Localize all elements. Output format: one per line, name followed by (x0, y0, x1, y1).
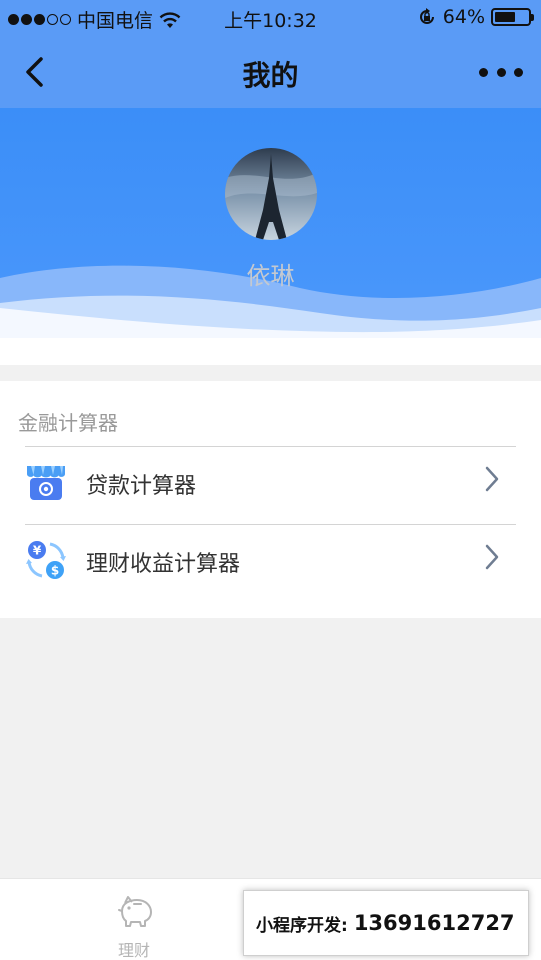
divider (25, 446, 516, 447)
divider (25, 524, 516, 525)
calculator-section: 金融计算器 贷款计算器 ¥ $ 理财收益计算器 (0, 381, 541, 618)
profile-header: 依琳 (0, 108, 541, 365)
shop-icon (27, 466, 65, 500)
more-button[interactable] (479, 58, 523, 86)
username: 依琳 (246, 262, 295, 290)
promo-phone: 13691612727 (353, 911, 515, 935)
battery-icon (491, 8, 534, 26)
status-right: 64% (417, 6, 534, 28)
wealth-calculator-label: 理财收益计算器 (86, 552, 241, 577)
chevron-right-icon (485, 466, 499, 492)
eiffel-tower-photo (225, 148, 317, 240)
piggy-bank-icon (118, 896, 152, 927)
avatar[interactable] (225, 148, 317, 240)
tab-licai[interactable]: 理财 (84, 879, 184, 960)
page-title: 我的 (242, 59, 299, 92)
rotation-lock-icon (419, 8, 434, 24)
section-title: 金融计算器 (18, 411, 118, 435)
promo-label: 小程序开发: (256, 915, 348, 936)
loan-calculator-label: 贷款计算器 (86, 474, 197, 499)
back-button[interactable] (14, 52, 54, 92)
battery-fill (495, 12, 516, 22)
currency-exchange-icon: ¥ $ (26, 541, 66, 579)
nav-bar: 我的 (0, 36, 541, 108)
svg-text:¥: ¥ (33, 544, 42, 558)
more-dots-icon (479, 67, 488, 77)
tab-licai-label: 理财 (117, 941, 150, 960)
svg-text:$: $ (51, 564, 59, 578)
wealth-calculator-item[interactable]: ¥ $ 理财收益计算器 (0, 524, 541, 602)
loan-calculator-item[interactable]: 贷款计算器 (0, 446, 541, 524)
status-bar: 中国电信 上午10:32 64% (0, 0, 541, 36)
chevron-right-icon (485, 544, 499, 570)
battery-percent: 64% (442, 6, 485, 28)
promo-banner[interactable]: 小程序开发: 13691612727 (243, 890, 529, 956)
chevron-left-icon (26, 57, 43, 87)
